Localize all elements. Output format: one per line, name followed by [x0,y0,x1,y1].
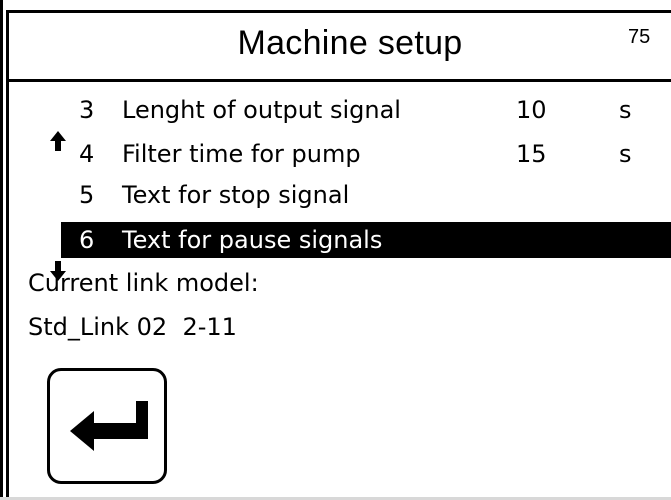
menu-item-label: Text for pause signals [122,226,383,254]
menu-item-6[interactable]: 6 Text for pause signals [9,222,671,281]
current-link-value: Std_Link 02 2-11 [28,313,237,341]
menu-item-5[interactable]: 5 Text for stop signal [9,177,671,213]
enter-button[interactable] [47,368,167,484]
menu-item-number: 6 [79,226,95,254]
corner-number: 75 [628,26,651,48]
enter-return-icon [70,401,148,451]
menu-item-3[interactable]: 3 Lenght of output signal 10 s [9,92,671,151]
page-title: Machine setup [237,24,463,62]
frame-top-border [6,10,671,13]
current-link-label: Current link model: [28,269,259,297]
title-divider [6,79,671,82]
menu-item-unit: s [619,96,632,124]
menu-item-label: Lenght of output signal [122,96,401,124]
menu-item-number: 4 [79,140,95,168]
menu-item-unit: s [619,140,632,168]
menu-item-number: 3 [79,96,95,124]
menu-item-label: Filter time for pump [122,140,361,168]
frame-left-edge [0,0,3,500]
menu-item-number: 5 [79,181,95,209]
menu-item-value: 10 [516,96,547,124]
menu-item-value: 15 [516,140,547,168]
menu-item-label: Text for stop signal [122,181,350,209]
menu-item-4[interactable]: 4 Filter time for pump 15 s [9,136,671,172]
